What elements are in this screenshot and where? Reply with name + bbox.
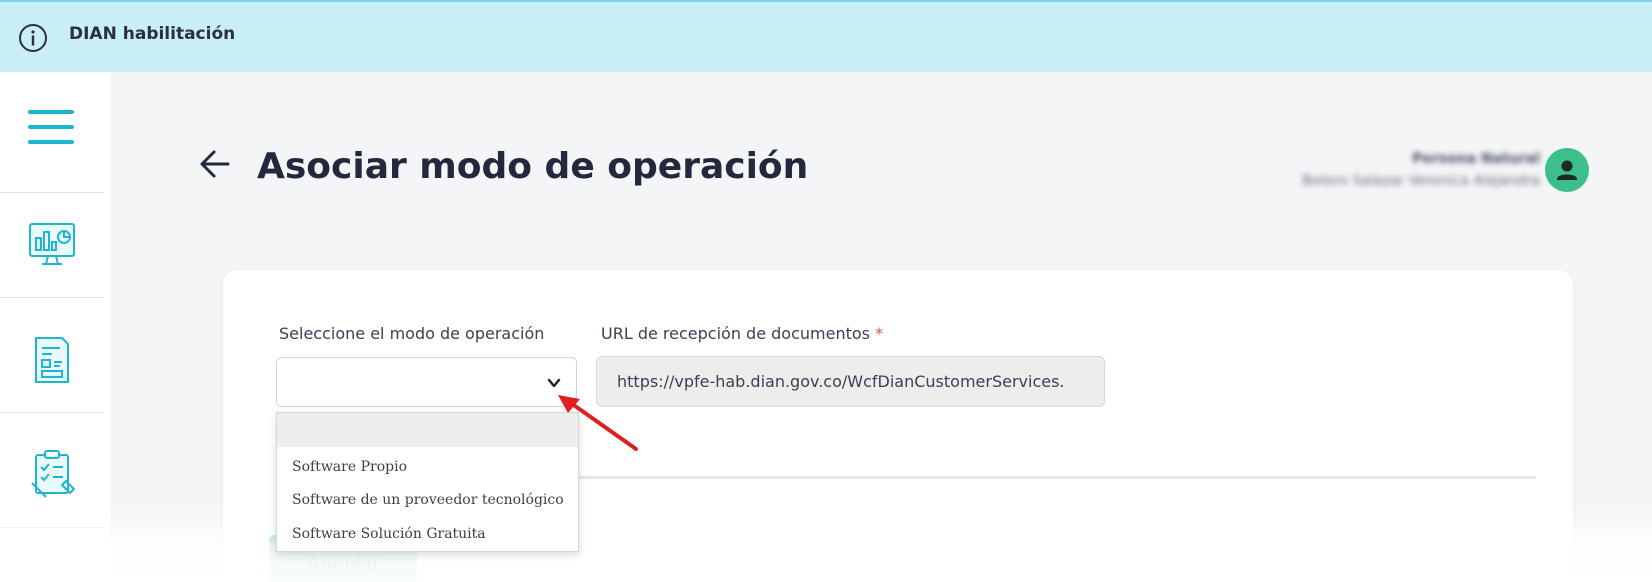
operation-mode-label: Seleccione el modo de operación	[279, 324, 545, 343]
hamburger-menu-icon[interactable]	[28, 110, 76, 146]
back-arrow-icon[interactable]	[198, 147, 232, 181]
operation-mode-dropdown: Software Propio Software de un proveedor…	[276, 412, 579, 552]
url-input[interactable]: https://vpfe-hab.dian.gov.co/WcfDianCust…	[596, 356, 1105, 407]
document-list-icon[interactable]	[26, 334, 78, 386]
sidebar-divider	[0, 192, 104, 193]
page-title: Asociar modo de operación	[257, 146, 809, 187]
clipboard-checklist-icon[interactable]	[26, 447, 78, 499]
info-icon	[19, 24, 47, 52]
info-banner: DIAN habilitación	[0, 0, 1652, 72]
dropdown-option-proveedor-tecnologico[interactable]: Software de un proveedor tecnológico	[277, 483, 578, 517]
user-type-label: Persona Natural	[1412, 151, 1540, 167]
banner-title: DIAN habilitación	[69, 24, 236, 44]
avatar[interactable]	[1545, 148, 1589, 192]
sidebar-divider	[0, 412, 104, 413]
sidebar-divider	[0, 297, 104, 298]
sidebar-divider	[0, 527, 104, 528]
url-label: URL de recepción de documentos *	[601, 324, 884, 343]
user-name-label: Botero Salazar Veronica Alejandra	[1301, 173, 1540, 189]
chevron-down-icon	[547, 378, 561, 388]
dropdown-option-empty[interactable]	[277, 413, 578, 447]
required-marker: *	[875, 324, 884, 343]
operation-mode-select[interactable]	[276, 357, 577, 407]
dashboard-monitor-icon[interactable]	[26, 218, 78, 270]
sidebar	[0, 72, 110, 582]
user-icon	[1557, 160, 1577, 180]
dropdown-option-solucion-gratuita[interactable]: Software Solución Gratuita	[277, 517, 578, 551]
annotation-arrow-icon	[558, 395, 638, 451]
dropdown-option-software-propio[interactable]: Software Propio	[277, 450, 578, 484]
